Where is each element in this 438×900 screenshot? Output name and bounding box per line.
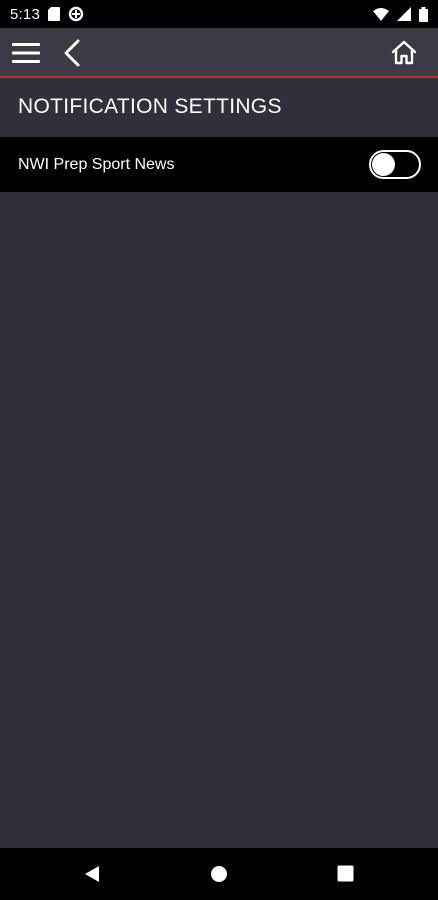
page-title: NOTIFICATION SETTINGS xyxy=(18,94,282,118)
battery-icon xyxy=(419,6,428,22)
system-nav-bar xyxy=(0,848,438,900)
square-recents-icon[interactable] xyxy=(337,865,354,882)
notification-toggle[interactable] xyxy=(369,150,421,179)
data-saver-icon xyxy=(68,6,84,22)
signal-icon xyxy=(397,7,411,21)
status-left: 5:13 xyxy=(10,6,84,23)
circle-home-icon[interactable] xyxy=(210,865,228,883)
toggle-knob xyxy=(372,153,395,176)
chevron-left-icon[interactable] xyxy=(60,38,86,68)
app-screen: 5:13 NOTIFICATION SETTINGS NWI Prep Spor… xyxy=(0,0,438,900)
app-bar xyxy=(0,28,438,78)
hamburger-menu-icon[interactable] xyxy=(10,40,42,66)
status-bar: 5:13 xyxy=(0,0,438,28)
status-time: 5:13 xyxy=(10,5,40,23)
setting-row-nwi-prep-sport-news: NWI Prep Sport News xyxy=(0,137,438,192)
sd-card-icon xyxy=(48,7,60,21)
status-right xyxy=(373,6,428,22)
setting-label: NWI Prep Sport News xyxy=(18,155,175,173)
wifi-icon xyxy=(373,7,389,21)
page-header: NOTIFICATION SETTINGS xyxy=(0,80,438,137)
home-icon[interactable] xyxy=(390,39,418,67)
triangle-back-icon[interactable] xyxy=(83,865,101,883)
